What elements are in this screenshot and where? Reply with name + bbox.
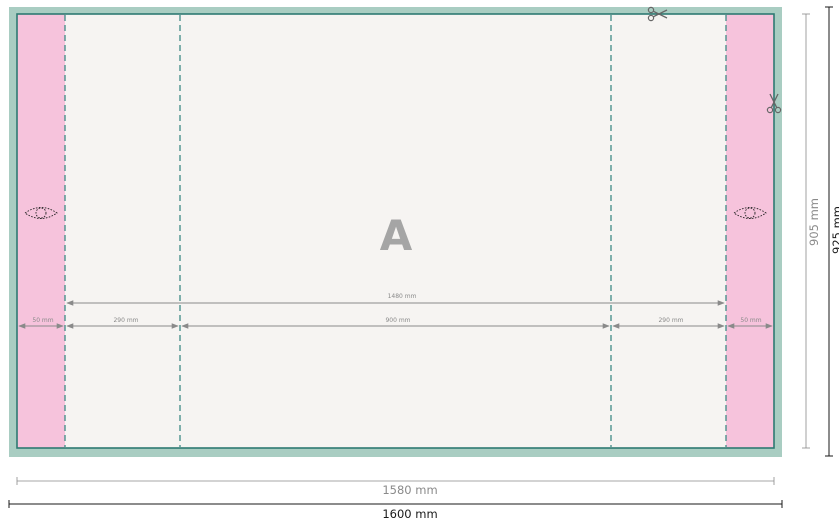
dimension-label-inner-width: 1480 mm bbox=[388, 293, 417, 300]
dimension-label-fold-right: 290 mm bbox=[658, 317, 683, 324]
dimension-label-total-height: 925 mm bbox=[830, 206, 839, 254]
dimension-label-side-left: 50 mm bbox=[32, 317, 53, 324]
banner-layout-diagram: A 1480 mm 50 mm 290 mm 900 mm 290 mm 50 … bbox=[8, 6, 839, 521]
dimension-label-fold-left: 290 mm bbox=[113, 317, 138, 324]
side-strip-right bbox=[726, 14, 774, 448]
side-strip-left bbox=[17, 14, 65, 448]
dimension-label-trim-height: 905 mm bbox=[807, 198, 821, 246]
dimension-label-side-right: 50 mm bbox=[740, 317, 761, 324]
dimension-label-total-width: 1600 mm bbox=[382, 507, 437, 521]
panel-letter: A bbox=[380, 211, 413, 260]
dimension-label-center: 900 mm bbox=[385, 317, 410, 324]
dimension-label-trim-width: 1580 mm bbox=[382, 483, 437, 497]
